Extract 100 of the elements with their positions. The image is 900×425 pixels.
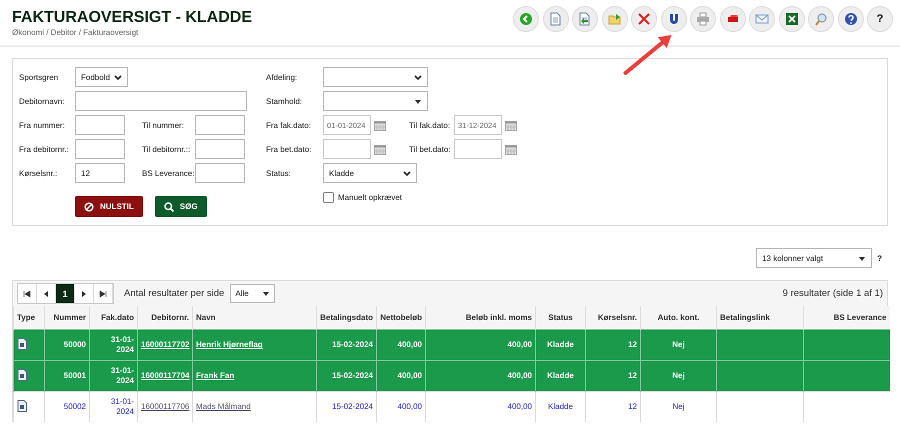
back-button[interactable] (513, 6, 539, 32)
caret-icon (858, 254, 866, 262)
input-field[interactable] (75, 115, 125, 135)
table-cell: 400,00 (426, 330, 536, 360)
field-label: Fra fak.dato: (266, 120, 312, 130)
next-page-icon (80, 290, 88, 298)
column-header[interactable]: BS Leverance (804, 306, 890, 330)
table-cell: Nej (640, 330, 716, 360)
prohibited-icon (84, 202, 94, 212)
results-summary: 9 resultater (side 1 af 1) (782, 288, 883, 299)
page-button[interactable]: 1 (56, 284, 75, 303)
field-label: BS Leverance: (142, 168, 195, 178)
input-field[interactable] (195, 163, 245, 183)
search-button[interactable]: SØG (154, 196, 207, 217)
input-field[interactable] (75, 139, 125, 159)
table-cell: Kladde (536, 360, 586, 392)
date-field[interactable] (454, 139, 502, 159)
per-page-dropdown[interactable]: Alle (230, 284, 276, 303)
table-cell: Kladde (536, 330, 586, 360)
reset-button[interactable]: NULSTIL (75, 196, 143, 217)
folder-arrow-icon (608, 12, 622, 26)
envelope-button[interactable] (749, 6, 775, 32)
document-icon (17, 338, 27, 350)
table-cell: 31-01-2024 (90, 392, 138, 422)
column-header[interactable]: Betalingsdato (316, 306, 376, 330)
document-arrow-button[interactable] (572, 6, 598, 32)
calendar-icon (374, 120, 386, 130)
help-mark[interactable]: ? (877, 254, 882, 262)
column-header[interactable]: Kørselsnr. (586, 306, 640, 330)
dropdown[interactable]: Kladde (323, 163, 417, 183)
spreadsheet-button[interactable] (778, 6, 804, 32)
page-title: FAKTURAOVERSIGT - KLADDE (12, 9, 252, 27)
table-cell: Kladde (536, 392, 586, 422)
field-label: Til nummer: (142, 120, 185, 130)
table-cell: 12 (586, 360, 640, 392)
field-label: Afdeling: (266, 72, 298, 82)
document-icon (17, 368, 27, 381)
field-label: Til debitornr.:: (142, 144, 192, 154)
last-page-icon (99, 290, 107, 298)
field-label: Fra nummer: (19, 120, 66, 130)
table-cell: 15-02-2024 (316, 330, 376, 360)
caret-icon (414, 74, 422, 80)
dropdown[interactable] (323, 67, 428, 87)
dropdown[interactable] (323, 91, 428, 111)
breadcrumb: Økonomi / Debitor / Fakturaoversigt (12, 28, 140, 37)
table-cell: Nej (640, 392, 716, 422)
table-cell: 400,00 (376, 392, 426, 422)
name-link[interactable]: Henrik Hjørneflag (196, 340, 263, 350)
calendar-icon (505, 120, 517, 130)
table-cell: 50000 (44, 330, 90, 360)
envelope-icon (755, 12, 769, 26)
checkbox[interactable]: Manuelt opkrævet (323, 192, 402, 202)
table-cell: 31-01-2024 (90, 330, 138, 360)
dropdown[interactable]: Fodbold (75, 67, 128, 87)
column-header[interactable]: Beløb inkl. moms (426, 306, 536, 330)
document-icon (548, 12, 562, 26)
calendar-icon (374, 144, 386, 154)
field-label: Fra bet.dato: (266, 144, 312, 154)
document-button[interactable] (542, 6, 568, 32)
table-cell: 50002 (44, 392, 90, 422)
field-label: Debitornavn: (19, 96, 66, 106)
column-header[interactable]: Nummer (44, 306, 90, 330)
column-header[interactable]: Nettobeløb (376, 306, 426, 330)
table-cell: 12 (586, 330, 640, 360)
first-page-icon (23, 290, 31, 298)
help-button[interactable] (838, 6, 864, 32)
name-link[interactable]: Frank Fan (196, 371, 234, 380)
table-cell: 12 (586, 392, 640, 422)
search-icon (814, 12, 828, 26)
close-button[interactable] (631, 6, 657, 32)
table-cell: 400,00 (376, 360, 426, 392)
column-header[interactable]: Betalingslink (716, 306, 804, 330)
search-icon (164, 202, 174, 212)
column-header[interactable]: Auto. kont. (640, 306, 716, 330)
name-link[interactable]: Mads Målmand (196, 402, 251, 412)
column-picker[interactable]: 13 kolonner valgt (756, 248, 872, 268)
table-cell: 50001 (44, 360, 90, 392)
column-header[interactable]: Type (14, 306, 44, 330)
search-button[interactable] (808, 6, 834, 32)
field-label: Stamhold: (266, 96, 304, 106)
column-header[interactable]: Navn (192, 306, 316, 330)
input-field[interactable] (195, 115, 245, 135)
document-arrow-icon (578, 12, 592, 26)
input-field[interactable] (75, 91, 247, 111)
column-header[interactable]: Fak.dato (90, 306, 138, 330)
help-button[interactable]: ? (867, 6, 893, 32)
column-header[interactable]: Status (536, 306, 586, 330)
spreadsheet-icon (784, 12, 798, 26)
folder-arrow-button[interactable] (602, 6, 628, 32)
caret-icon (414, 98, 422, 104)
input-field[interactable]: 12 (75, 163, 125, 183)
column-header[interactable]: Debitornr. (138, 306, 192, 330)
card-button[interactable] (720, 6, 746, 32)
field-label: Til bet.dato: (409, 144, 452, 154)
input-field[interactable] (195, 139, 245, 159)
table-cell: 15-02-2024 (316, 392, 376, 422)
date-field[interactable] (323, 139, 371, 159)
table-cell: 400,00 (426, 360, 536, 392)
magnet-button[interactable] (660, 6, 686, 32)
previous-page-icon (42, 290, 50, 298)
